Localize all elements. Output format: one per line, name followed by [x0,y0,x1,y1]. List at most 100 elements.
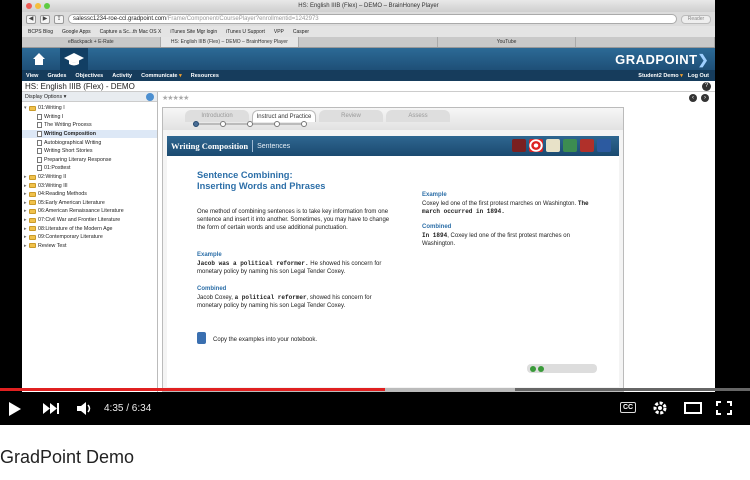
calendar-icon [512,139,526,152]
tree-item-label: 03:Writing III [38,182,68,189]
close-window-icon [26,3,32,9]
theater-mode-icon[interactable] [684,402,702,414]
help-icon: ? [702,82,711,91]
play-icon[interactable] [8,401,22,417]
tree-item-label: 01:Posttest [44,165,71,172]
video-player[interactable]: HS: English IIIB (Flex) – DEMO – BrainHo… [0,0,750,425]
browser-tab: eBackpack + E-Rate [22,37,161,47]
notebook-icon [197,332,206,344]
bookmark-item: Capture a Sc...th Mac OS X [99,28,162,35]
tree-item-label: 04:Reading Methods [38,191,87,198]
course-title-bar: HS: English IIIB (Flex) - DEMO ? [22,81,715,92]
course-title: HS: English IIIB (Flex) - DEMO [25,81,135,91]
target-icon [529,139,543,152]
settings-gear-icon[interactable] [652,400,668,416]
bookmark-item: Casper [292,28,310,35]
tree-item: Writing I [22,113,157,122]
tree-item: ▾ 01:Writing I [24,105,65,112]
combined-1: Jacob Coxey, a political reformer, showe… [197,294,372,309]
notebook-instruction: Copy the examples into your notebook. [213,337,318,343]
bookmark-item: VPP [273,28,284,35]
folder-icon [29,243,36,249]
folder-icon [29,208,36,214]
bookmark-item: Google Apps [62,28,91,35]
page-nav-controls [527,364,597,373]
forward-icon: ▶ [40,14,50,24]
browser-tab: HS: English IIIB (Flex) – DEMO – BrainHo… [160,37,300,47]
folder-icon [29,217,36,223]
lesson-bar-title: Writing Composition [171,141,249,151]
document-icon [37,148,42,155]
progress-dot [247,121,253,127]
example-label: Example [197,252,222,258]
bookmark-item: iTunes U Support [226,28,265,35]
app-menu: View Grades Objectives Activity Communicate … [22,70,715,81]
menu-item-view: View [26,72,39,79]
bookmark-item: iTunes Site Mgr login [170,28,218,35]
previous-icon: ‹ [689,94,697,102]
tree-item-label: The Writing Process [44,122,92,129]
browser-tabs: eBackpack + E-Rate HS: English IIIB (Flex… [22,37,715,48]
tree-item: 01:Posttest [22,164,157,173]
bookmarks-bar: BCPS Blog Google Apps Capture a Sc...th Ma… [22,26,715,37]
books-icon [580,139,594,152]
menu-item-objectives: Objectives [75,72,104,79]
tree-item-label: Writing I [44,113,64,120]
notebook-tool-icon [597,139,611,152]
tree-item: ▸ 06:American Renaissance Literature [24,208,124,215]
tree-item: ▸ Review Test [24,242,67,249]
share-icon: ⇪ [54,14,64,24]
tree-item: Writing Short Stories [22,147,157,156]
tree-item: ▸ 05:Early American Literature [24,199,105,206]
progress-dot [193,121,199,127]
lesson-steps: Introduction Instruct and Practice Review A… [163,108,623,130]
tree-item-label: 05:Early American Literature [38,199,105,206]
volume-icon[interactable] [76,401,94,416]
tree-item-label: 06:American Renaissance Literature [38,208,124,215]
tree-item-label: 08:Literature of the Modern Age [38,225,113,232]
lesson-title: Sentence Combining: Inserting Words and … [197,170,326,191]
bookmark-item: BCPS Blog [28,28,54,35]
lesson-bar-subtitle: Sentences [257,142,291,150]
display-options: Display Options ▾ [22,92,157,102]
tree-item: ▸ 09:Contemporary Literature [24,234,103,241]
browser-toolbar: ◀ ▶ ⇪ salessc1234-roe-ccl.gradpoint.com/… [22,12,715,26]
folder-icon [29,226,36,232]
document-icon [37,165,42,172]
tree-item: ▸ 07:Civil War and Frontier Literature [24,217,121,224]
example-2-label: Example [422,192,447,198]
lesson-step-tab: Instruct and Practice [252,110,316,122]
graduation-cap-icon [60,48,88,70]
tree-item: The Writing Process [22,121,157,130]
gradpoint-header: GRADPOINT❯ [22,48,715,70]
tree-item-label: 09:Contemporary Literature [38,234,103,241]
lesson-step-tab: Assess [386,110,450,122]
back-icon: ◀ [26,14,36,24]
lesson-title-bar: Writing Composition Sentences [167,136,619,156]
page-forward-icon [538,365,544,372]
browser-titlebar: HS: English IIIB (Flex) – DEMO – BrainHo… [22,0,715,12]
refresh-icon [146,93,154,101]
captions-button[interactable]: CC [620,402,636,413]
combined-label: Combined [197,286,227,292]
document-icon [37,156,42,163]
progress-dot [220,121,226,127]
tree-item: Preparing Literary Response [22,156,157,165]
lesson-area: ★★★★★ ‹ › Introduction Instruct and Pract… [158,92,715,392]
tree-item-label: 07:Civil War and Frontier Literature [38,217,121,224]
folder-icon [29,191,36,197]
fullscreen-icon[interactable] [716,401,732,415]
document-icon [37,122,42,129]
tree-item: ▸ 04:Reading Methods [24,191,87,198]
next-video-icon[interactable] [42,402,60,415]
browser-tab [576,37,715,47]
folder-icon [29,183,36,189]
combined-2: In 1894, Coxey led one of the first prot… [422,232,570,247]
document-icon [37,139,42,146]
tree-item-label: 01:Writing I [38,105,65,112]
progress-dot [274,121,280,127]
folder-icon [29,174,36,180]
tree-item: ▸ 03:Writing III [24,182,68,189]
video-progress-bar[interactable] [0,388,750,391]
folder-icon [29,200,36,206]
